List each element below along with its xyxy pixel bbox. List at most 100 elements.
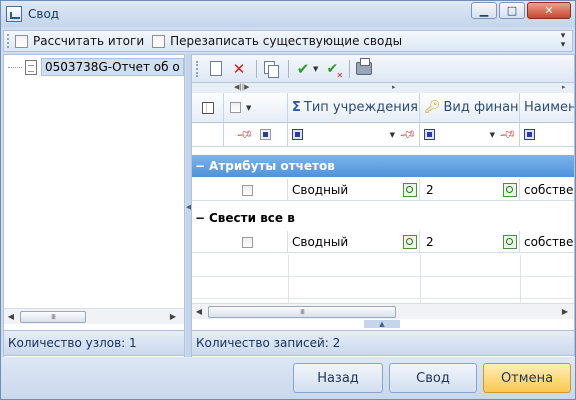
minimize-icon[interactable]: ▁	[471, 2, 497, 19]
type-value: Сводный	[292, 235, 349, 249]
filter-dropdown-icon[interactable]: ▼	[390, 131, 395, 139]
consolidate-button[interactable]: Свод	[389, 363, 477, 393]
pin-icon[interactable]: 📌︎	[499, 125, 518, 144]
filter-operator-icon[interactable]	[259, 129, 271, 140]
type-cell[interactable]: Сводный	[288, 231, 420, 253]
cancel-button[interactable]: Отмена	[483, 363, 571, 393]
delete-record-button[interactable]: ✕	[229, 59, 249, 79]
table-row[interactable]: Сводный 2 собстве	[192, 179, 574, 201]
name-cell[interactable]: собстве	[520, 231, 574, 253]
tree-node[interactable]: 0503738G-Отчет об о	[8, 58, 184, 76]
document-icon	[25, 59, 37, 75]
filter-operator-icon[interactable]	[424, 129, 435, 140]
row-checkbox[interactable]	[242, 236, 253, 248]
filter-cell-finance[interactable]: ▼ 📌︎	[420, 123, 520, 147]
filter-cell-empty	[192, 123, 224, 147]
filter-dropdown-icon[interactable]: ▼	[490, 131, 495, 139]
new-record-button[interactable]	[206, 59, 226, 79]
scroll-thumb[interactable]	[208, 305, 396, 318]
scroll-right-icon[interactable]: ▶	[558, 307, 572, 316]
uncheck-all-button[interactable]: ✔	[322, 59, 343, 80]
toolbar-grip-icon[interactable]	[196, 60, 200, 77]
finance-cell[interactable]: 2	[420, 179, 520, 201]
key-icon: 🔑︎	[424, 100, 441, 115]
filter-operator-icon[interactable]	[292, 129, 303, 140]
toolbar-separator	[288, 59, 289, 78]
column-header-type-label: Тип учреждения	[303, 100, 419, 115]
filter-cell-type[interactable]: ▼ 📌︎	[288, 123, 420, 147]
toolbar-grip-icon[interactable]	[7, 34, 11, 48]
app-icon	[6, 6, 22, 22]
row-checkbox[interactable]	[242, 184, 253, 196]
row-select-cell[interactable]	[208, 179, 288, 201]
select-column-header[interactable]: ▼	[224, 93, 288, 123]
name-cell[interactable]: собстве	[520, 179, 574, 201]
copy-button[interactable]	[261, 59, 281, 79]
new-document-icon	[210, 61, 222, 76]
scroll-left-icon[interactable]: ◀	[4, 312, 18, 321]
filter-cell-select[interactable]: 📌︎	[224, 123, 288, 147]
calc-totals-label: Рассчитать итоги	[33, 34, 145, 48]
select-all-checkbox[interactable]	[230, 102, 241, 113]
collapse-icon[interactable]: −	[195, 159, 205, 173]
name-value: собстве	[524, 235, 574, 249]
check-all-button[interactable]: ✔	[293, 59, 313, 79]
group-header-row[interactable]: − Атрибуты отчетов	[192, 155, 574, 177]
maximize-icon[interactable]: □	[499, 2, 525, 19]
toolbar-separator	[256, 59, 257, 78]
type-cell[interactable]: Сводный	[288, 179, 420, 201]
overwrite-option[interactable]: Перезаписать существующие своды	[152, 34, 402, 48]
lookup-icon[interactable]	[503, 183, 517, 197]
empty-row	[192, 255, 574, 277]
tree-panel: 0503738G-Отчет об о ◀ ▶ Количество узлов…	[3, 54, 185, 359]
tree-node-label[interactable]: 0503738G-Отчет об о	[41, 58, 184, 76]
tree-hscrollbar[interactable]: ◀ ▶	[4, 308, 184, 324]
print-button[interactable]	[354, 58, 374, 79]
pin-icon[interactable]: 📌︎	[236, 125, 255, 144]
grid-status-bar: Количество записей: 2	[192, 330, 574, 356]
row-indent	[192, 231, 208, 253]
lookup-icon[interactable]	[403, 235, 417, 249]
column-header-finance[interactable]: 🔑︎ Вид финанс	[420, 93, 520, 123]
column-chooser-header[interactable]	[192, 93, 224, 123]
select-dropdown-icon[interactable]: ▼	[246, 104, 251, 112]
node-count: Количество узлов: 1	[8, 336, 137, 350]
tree-status-bar: Количество узлов: 1	[3, 330, 185, 356]
calc-totals-checkbox[interactable]	[15, 34, 28, 48]
scroll-thumb[interactable]	[20, 310, 86, 323]
close-icon[interactable]: ✕	[527, 2, 571, 19]
table-row[interactable]: Сводный 2 собстве	[192, 231, 574, 253]
dialog-button-bar: Назад Свод Отмена	[1, 357, 575, 399]
back-button[interactable]: Назад	[293, 363, 383, 393]
name-value: собстве	[524, 183, 574, 197]
filter-cell-name[interactable]	[520, 123, 574, 147]
toolbar-overflow-icon[interactable]: ▾ ▾	[558, 32, 568, 50]
group-label: Атрибуты отчетов	[209, 159, 335, 173]
lookup-icon[interactable]	[403, 183, 417, 197]
column-header-type[interactable]: Σ Тип учреждения	[288, 93, 420, 123]
row-select-cell[interactable]	[208, 231, 288, 253]
scroll-left-icon[interactable]: ◀	[192, 307, 206, 316]
calc-totals-option[interactable]: Рассчитать итоги	[15, 34, 144, 48]
check-dropdown-icon[interactable]: ▼	[313, 65, 318, 73]
column-header-finance-label: Вид финанс	[443, 100, 520, 115]
overwrite-checkbox[interactable]	[152, 34, 166, 48]
title-bar[interactable]: Свод ▁ □ ✕	[1, 1, 575, 27]
window-controls: ▁ □ ✕	[471, 2, 571, 19]
grid-line	[420, 255, 421, 303]
group-header-row[interactable]: − Свести все в	[192, 207, 574, 229]
column-ruler: ◀||▶ ▸ ▸	[192, 83, 574, 93]
grid-hscrollbar[interactable]: ◀ ▶	[192, 303, 574, 319]
overwrite-label: Перезаписать существующие своды	[170, 34, 403, 48]
column-header-name[interactable]: Наимен	[520, 93, 575, 123]
finance-cell[interactable]: 2	[420, 231, 520, 253]
grid-panel: ✕ ✔ ▼ ✔ ◀||▶ ▸ ▸ ▼ Σ Тип учреж	[191, 54, 575, 359]
lookup-icon[interactable]	[503, 235, 517, 249]
filter-operator-icon[interactable]	[524, 129, 535, 140]
dialog-window: Свод ▁ □ ✕ Рассчитать итоги Перезаписать…	[0, 0, 576, 400]
splitter-expand-icon[interactable]: ▲	[364, 320, 400, 328]
collapse-icon[interactable]: −	[195, 211, 205, 225]
scroll-right-icon[interactable]: ▶	[166, 312, 180, 321]
pin-icon[interactable]: 📌︎	[399, 125, 418, 144]
column-header-name-label: Наимен	[524, 100, 575, 115]
